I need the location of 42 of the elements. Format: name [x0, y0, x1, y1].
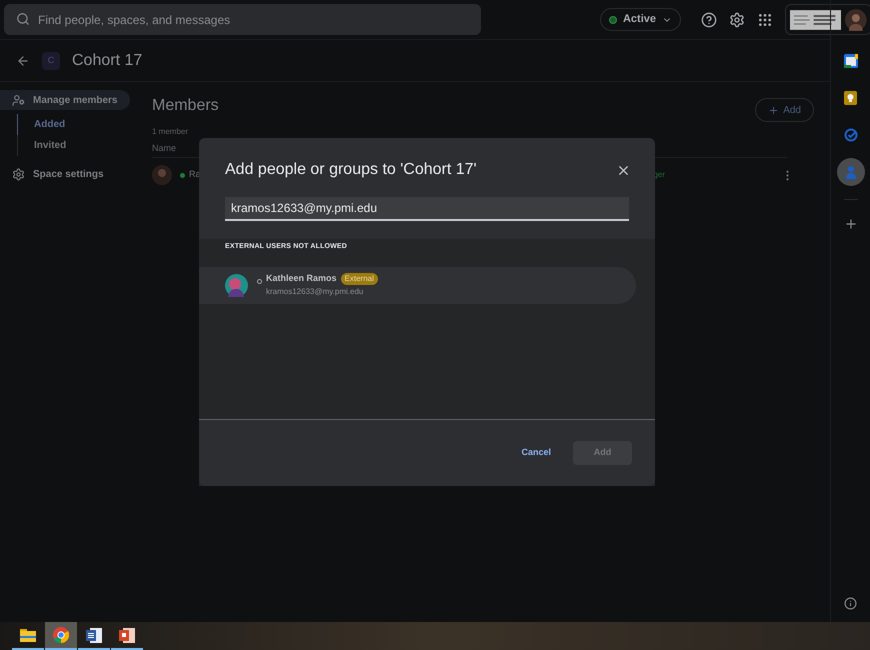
slides-icon — [119, 628, 135, 642]
nav-subitem[interactable]: Added — [17, 114, 146, 135]
lightbulb-icon — [844, 91, 857, 105]
members-icon — [12, 94, 25, 106]
nav-item[interactable]: Manage members — [0, 90, 130, 110]
calendar-icon — [844, 54, 858, 68]
organization-logo — [790, 10, 842, 30]
people-input[interactable]: kramos12633@my.pmi.edu — [225, 197, 629, 221]
member-count: 1 member — [152, 126, 190, 138]
settings-icon — [12, 168, 25, 180]
avatar[interactable] — [845, 8, 867, 30]
document-icon — [86, 628, 102, 642]
avatar — [225, 274, 248, 296]
add-member-button[interactable]: Add — [755, 98, 814, 122]
settings-icon[interactable] — [729, 12, 745, 28]
dialog-title: Add people or groups to 'Cohort 17' — [225, 160, 477, 180]
column-header: Name — [152, 142, 176, 155]
help-icon[interactable] — [701, 12, 717, 28]
members-title: Members — [152, 96, 219, 116]
space-avatar: C — [42, 52, 60, 70]
space-title: Cohort 17 — [72, 50, 142, 70]
nav-subitem[interactable]: Invited — [17, 135, 146, 156]
person-name: Kathleen Ramos — [266, 272, 337, 286]
search-icon — [16, 12, 30, 26]
nav-item[interactable]: Space settings — [0, 164, 130, 184]
search-field[interactable]: Find people, spaces, and messages — [4, 4, 481, 35]
result-row[interactable]: Kathleen Ramos External kramos12633@my.pmi.edu — [199, 266, 636, 304]
chrome-icon — [53, 627, 69, 643]
check-circle-icon — [844, 128, 858, 142]
info-icon[interactable] — [844, 597, 857, 610]
account-panel[interactable] — [785, 4, 870, 35]
cancel-button[interactable]: Cancel — [521, 446, 551, 460]
apps-grid-icon[interactable] — [757, 12, 773, 28]
plus-icon — [768, 104, 780, 116]
status-button[interactable]: Active — [600, 8, 681, 31]
avatar — [152, 165, 172, 185]
back-icon[interactable] — [16, 54, 30, 68]
folder-icon — [20, 628, 36, 642]
external-badge: External — [340, 273, 378, 285]
person-icon — [844, 165, 856, 179]
plus-icon[interactable] — [844, 217, 858, 231]
person-email: kramos12633@my.pmi.edu — [266, 286, 364, 298]
